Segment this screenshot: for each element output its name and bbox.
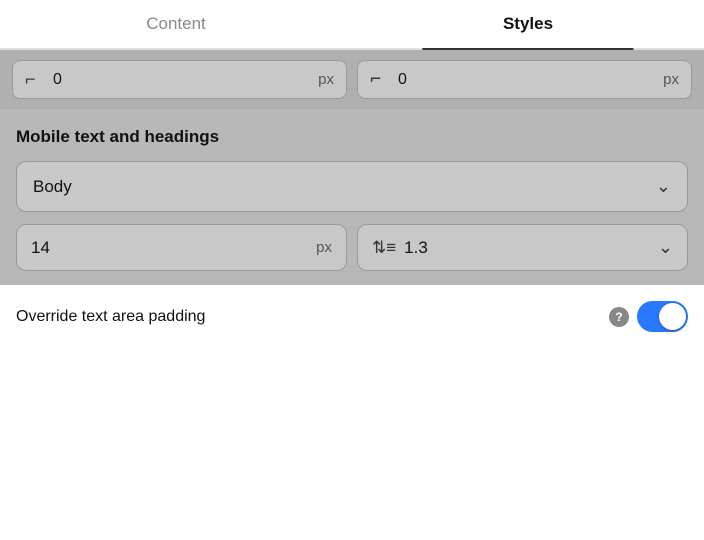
padding-left-unit: px — [318, 71, 334, 88]
line-height-group[interactable]: ⇅≡ 1.3 ⌄ — [357, 224, 688, 271]
line-height-icon: ⇅≡ — [372, 238, 396, 258]
font-size-group[interactable]: 14 px — [16, 224, 347, 271]
help-icon[interactable]: ? — [609, 307, 629, 327]
tab-styles[interactable]: Styles — [352, 0, 704, 48]
toggle-knob — [659, 303, 686, 330]
padding-right-icon: ⌐ — [370, 69, 390, 90]
body-select-chevron: ⌄ — [656, 176, 671, 197]
body-select[interactable]: Body ⌄ — [16, 161, 688, 212]
section-title: Mobile text and headings — [16, 127, 688, 147]
body-select-label: Body — [33, 177, 72, 197]
tab-bar: Content Styles — [0, 0, 704, 50]
override-label: Override text area padding — [16, 308, 601, 326]
padding-right-unit: px — [663, 71, 679, 88]
padding-left-value: 0 — [53, 71, 310, 89]
body-select-display[interactable]: Body ⌄ — [17, 162, 687, 211]
tab-content[interactable]: Content — [0, 0, 352, 48]
padding-left-group[interactable]: ⌐ 0 px — [12, 60, 347, 99]
line-height-chevron: ⌄ — [658, 237, 673, 258]
line-height-value: 1.3 — [404, 238, 650, 258]
font-size-unit: px — [316, 239, 332, 256]
padding-row: ⌐ 0 px ⌐ 0 px — [0, 50, 704, 109]
font-size-value: 14 — [31, 238, 308, 258]
padding-right-value: 0 — [398, 71, 655, 89]
padding-right-group[interactable]: ⌐ 0 px — [357, 60, 692, 99]
override-toggle[interactable] — [637, 301, 688, 332]
font-options-row: 14 px ⇅≡ 1.3 ⌄ — [16, 224, 688, 271]
padding-left-icon: ⌐ — [25, 69, 45, 90]
mobile-text-section: Mobile text and headings Body ⌄ 14 px ⇅≡… — [0, 109, 704, 285]
override-row: Override text area padding ? — [0, 285, 704, 348]
